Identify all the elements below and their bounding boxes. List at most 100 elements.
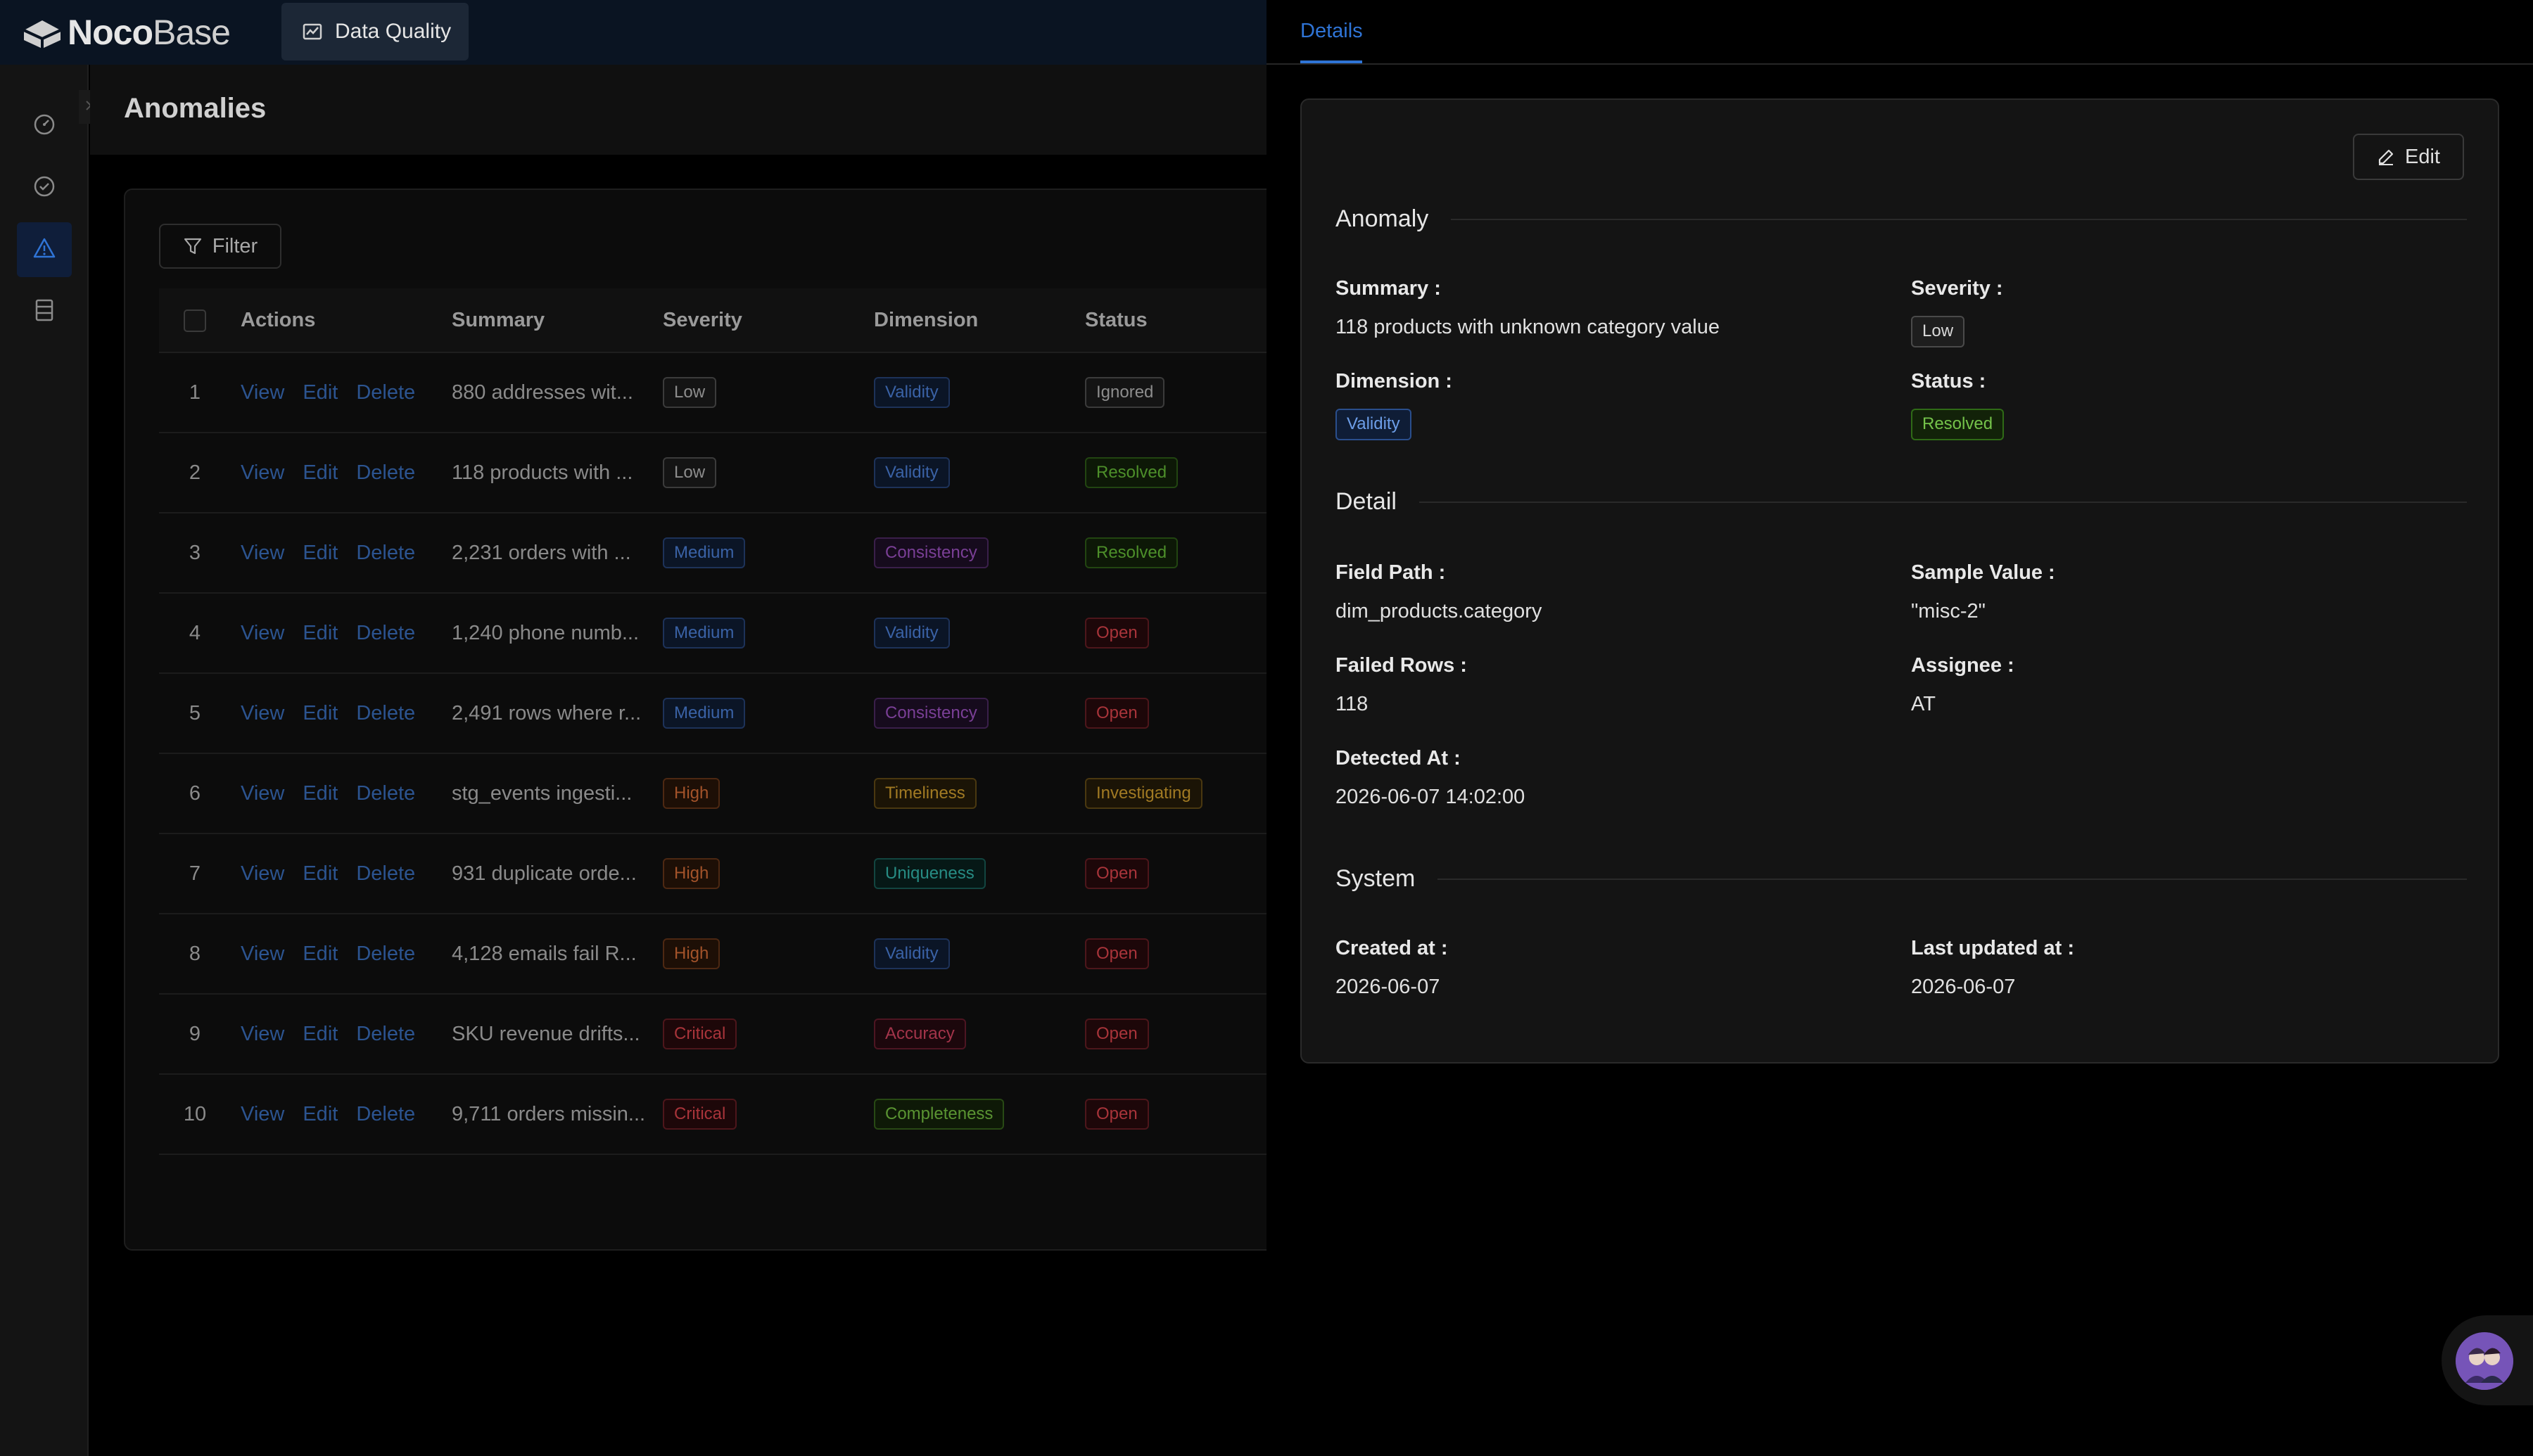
view-link[interactable]: View: [241, 1023, 284, 1045]
edit-link[interactable]: Edit: [303, 943, 338, 965]
edit-link[interactable]: Edit: [303, 542, 338, 564]
delete-link[interactable]: Delete: [356, 782, 415, 805]
delete-link[interactable]: Delete: [356, 943, 415, 965]
delete-link[interactable]: Delete: [356, 1103, 415, 1125]
delete-link[interactable]: Delete: [356, 702, 415, 724]
view-link[interactable]: View: [241, 862, 284, 885]
view-link[interactable]: View: [241, 381, 284, 404]
edit-link[interactable]: Edit: [303, 1103, 338, 1125]
view-link[interactable]: View: [241, 782, 284, 805]
table-row[interactable]: 4 View Edit Delete 1,240 phone numb... Medium…: [159, 594, 1321, 674]
dimension-tag: Consistency: [874, 697, 989, 729]
delete-link[interactable]: Delete: [356, 381, 415, 404]
status-tag: Open: [1085, 697, 1149, 729]
status-tag: Resolved: [1085, 456, 1179, 489]
severity-tag: Low: [663, 456, 717, 489]
delete-link[interactable]: Delete: [356, 542, 415, 564]
dimension-tag: Validity: [874, 376, 950, 409]
status-tag: Open: [1085, 857, 1149, 890]
help-assistant-button[interactable]: [2442, 1315, 2533, 1405]
dimension-tag: Accuracy: [874, 1018, 966, 1050]
sidebar-item-dashboard[interactable]: [17, 98, 72, 153]
edit-link[interactable]: Edit: [303, 782, 338, 805]
edit-link[interactable]: Edit: [303, 1023, 338, 1045]
field-created-at-value: 2026-06-07: [1335, 976, 1440, 998]
dimension-tag: Consistency: [874, 537, 989, 569]
row-index: 10: [183, 1102, 207, 1125]
delete-link[interactable]: Delete: [356, 1023, 415, 1045]
table-row[interactable]: 8 View Edit Delete 4,128 emails fail R... Hig…: [159, 914, 1321, 995]
edit-link[interactable]: Edit: [303, 381, 338, 404]
field-failed-rows-label: Failed Rows :: [1335, 654, 1467, 677]
filter-button[interactable]: Filter: [159, 224, 281, 269]
field-field-path-label: Field Path :: [1335, 561, 1446, 584]
row-index: 4: [189, 621, 201, 644]
table-row[interactable]: 7 View Edit Delete 931 duplicate orde... High…: [159, 834, 1321, 914]
warning-icon: [32, 236, 56, 264]
field-sample-value-value: "misc-2": [1911, 600, 1986, 622]
row-actions: View Edit Delete: [231, 862, 442, 886]
row-actions: View Edit Delete: [231, 381, 442, 404]
sidebar-item-tables[interactable]: [17, 284, 72, 339]
table-row[interactable]: 2 View Edit Delete 118 products with ... Low V…: [159, 433, 1321, 513]
column-header-severity[interactable]: Severity: [653, 309, 864, 332]
select-all-checkbox[interactable]: [184, 309, 206, 332]
top-menu-data-quality[interactable]: Data Quality: [281, 3, 469, 60]
cell-summary: 2,231 orders with ...: [452, 541, 631, 564]
field-failed-rows: Failed Rows : 118: [1335, 654, 1884, 716]
view-link[interactable]: View: [241, 542, 284, 564]
field-sample-value: Sample Value : "misc-2": [1911, 561, 2460, 623]
table-row[interactable]: 6 View Edit Delete stg_events ingesti... High…: [159, 754, 1321, 834]
table-row[interactable]: 3 View Edit Delete 2,231 orders with ... Medi…: [159, 513, 1321, 594]
dimension-tag: Uniqueness: [874, 857, 986, 890]
table-row[interactable]: 1 View Edit Delete 880 addresses wit... Low Va…: [159, 353, 1321, 433]
severity-tag: High: [663, 938, 720, 970]
sidebar-item-anomalies[interactable]: [17, 222, 72, 277]
view-link[interactable]: View: [241, 461, 284, 484]
row-actions: View Edit Delete: [231, 622, 442, 645]
edit-link[interactable]: Edit: [303, 702, 338, 724]
cell-summary: stg_events ingesti...: [452, 781, 633, 805]
tab-details[interactable]: Details: [1300, 20, 1363, 43]
sidebar-item-checks[interactable]: [17, 160, 72, 215]
field-summary-label: Summary :: [1335, 277, 1441, 300]
dimension-tag: Completeness: [874, 1098, 1005, 1130]
edit-link[interactable]: Edit: [303, 622, 338, 644]
severity-tag: High: [663, 777, 720, 810]
edit-button[interactable]: Edit: [2353, 134, 2464, 180]
app-logo[interactable]: NocoBase: [21, 13, 231, 52]
edit-link[interactable]: Edit: [303, 461, 338, 484]
table-row[interactable]: 10 View Edit Delete 9,711 orders missin... Cr…: [159, 1075, 1321, 1155]
cell-summary: 1,240 phone numb...: [452, 621, 640, 644]
tab-active-indicator: [1300, 60, 1362, 63]
delete-link[interactable]: Delete: [356, 461, 415, 484]
edit-icon: [2377, 148, 2395, 166]
field-created-at: Created at : 2026-06-07: [1335, 937, 1884, 999]
section-system: System: [1335, 865, 2467, 893]
severity-tag: Low: [663, 376, 717, 409]
row-actions: View Edit Delete: [231, 782, 442, 805]
status-tag: Ignored: [1085, 376, 1165, 409]
column-header-actions: Actions: [241, 308, 316, 331]
section-detail: Detail: [1335, 488, 2467, 516]
sidebar: [0, 65, 89, 1456]
column-header-status[interactable]: Status: [1075, 309, 1251, 332]
table-row[interactable]: 9 View Edit Delete SKU revenue drifts... Crit…: [159, 995, 1321, 1075]
table-row[interactable]: 5 View Edit Delete 2,491 rows where r... Medi…: [159, 674, 1321, 754]
column-header-summary[interactable]: Summary: [442, 309, 653, 332]
dimension-tag: Validity: [874, 456, 950, 489]
row-actions: View Edit Delete: [231, 461, 442, 485]
delete-link[interactable]: Delete: [356, 862, 415, 885]
field-updated-at: Last updated at : 2026-06-07: [1911, 937, 2460, 999]
delete-link[interactable]: Delete: [356, 622, 415, 644]
column-header-dimension[interactable]: Dimension: [864, 309, 1075, 332]
row-actions: View Edit Delete: [231, 1103, 442, 1126]
field-severity: Severity : Low: [1911, 277, 2460, 347]
view-link[interactable]: View: [241, 943, 284, 965]
status-tag: Resolved: [1911, 409, 2005, 440]
edit-link[interactable]: Edit: [303, 862, 338, 885]
cell-summary: 4,128 emails fail R...: [452, 942, 637, 965]
view-link[interactable]: View: [241, 702, 284, 724]
view-link[interactable]: View: [241, 622, 284, 644]
view-link[interactable]: View: [241, 1103, 284, 1125]
